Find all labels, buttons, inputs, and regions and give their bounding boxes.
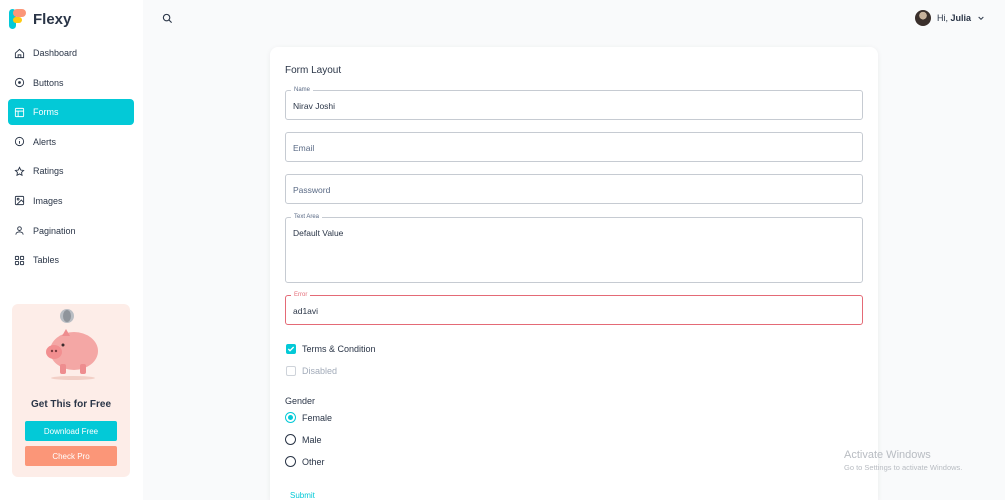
- textarea-field[interactable]: Text Area Default Value: [285, 213, 863, 283]
- promo-title: Get This for Free: [30, 399, 111, 410]
- sidebar-item-images[interactable]: Images: [8, 188, 134, 214]
- sidebar-item-tables[interactable]: Tables: [8, 247, 134, 273]
- sidebar-item-dashboard[interactable]: Dashboard: [8, 40, 134, 66]
- sidebar-item-pagination[interactable]: Pagination: [8, 218, 134, 244]
- name-value: Nirav Joshi: [293, 101, 336, 111]
- radio-selected[interactable]: [285, 412, 296, 423]
- password-placeholder: Password: [293, 185, 331, 195]
- textarea-value: Default Value: [293, 228, 344, 238]
- info-icon: [14, 136, 25, 147]
- radio-label: Male: [302, 434, 322, 445]
- radio-unselected[interactable]: [285, 434, 296, 445]
- checkbox-checked[interactable]: [286, 344, 296, 354]
- logo-icon: [9, 9, 27, 29]
- download-free-button[interactable]: Download Free: [25, 421, 117, 441]
- name-label: Name: [291, 86, 314, 94]
- watermark-line2: Go to Settings to activate Windows.: [844, 463, 963, 472]
- home-icon: [14, 48, 25, 59]
- search-icon: [162, 13, 172, 23]
- avatar: [914, 10, 931, 26]
- form-title: Form Layout: [285, 65, 342, 76]
- email-placeholder: Email: [293, 143, 315, 153]
- name-field[interactable]: Name Nirav Joshi: [285, 86, 863, 120]
- sidebar-item-label: Ratings: [33, 166, 64, 177]
- user-greeting: Hi, Julia: [937, 13, 971, 23]
- sidebar-item-alerts[interactable]: Alerts: [8, 129, 134, 155]
- user-icon: [14, 225, 25, 236]
- password-field[interactable]: Password: [285, 174, 863, 204]
- sidebar-item-label: Forms: [33, 107, 59, 118]
- form-card: Form Layout Name Nirav Joshi Email Passw…: [270, 47, 878, 500]
- terms-checkbox[interactable]: Terms & Condition: [286, 344, 376, 354]
- radio-unselected[interactable]: [285, 456, 296, 467]
- star-icon: [14, 166, 25, 177]
- terms-label: Terms & Condition: [302, 344, 376, 354]
- sidebar-item-forms[interactable]: Forms: [8, 99, 134, 126]
- sidebar-item-ratings[interactable]: Ratings: [8, 158, 134, 184]
- table-icon: [14, 107, 25, 118]
- disabled-label: Disabled: [302, 366, 338, 376]
- sidebar-item-label: Pagination: [33, 225, 76, 236]
- image-icon: [14, 195, 25, 206]
- gender-label: Gender: [285, 396, 316, 406]
- error-label: Error: [291, 291, 311, 299]
- radio-label: Other: [302, 456, 325, 467]
- sidebar-item-label: Tables: [33, 255, 60, 266]
- user-name: Julia: [950, 13, 971, 23]
- promo-card: Get This for Free Download Free Check Pr…: [12, 304, 130, 477]
- radio-label: Female: [302, 412, 333, 423]
- grid-icon: [14, 255, 25, 266]
- error-value: ad1avi: [293, 306, 319, 316]
- radio-other[interactable]: Other: [285, 456, 325, 467]
- email-field[interactable]: Email: [285, 132, 863, 162]
- user-menu[interactable]: Hi, Julia: [914, 10, 985, 26]
- checkbox-disabled: [286, 366, 296, 376]
- disabled-checkbox: Disabled: [286, 366, 337, 376]
- piggy-bank-illustration: [46, 309, 98, 380]
- sidebar-item-label: Alerts: [33, 136, 57, 147]
- sidebar-item-label: Buttons: [33, 77, 64, 88]
- check-pro-button[interactable]: Check Pro: [25, 446, 117, 466]
- greeting-text: Hi,: [936, 13, 948, 23]
- windows-watermark: Activate Windows Go to Settings to activ…: [844, 449, 962, 472]
- radio-female[interactable]: Female: [285, 412, 332, 423]
- sidebar-item-label: Dashboard: [33, 48, 78, 58]
- radio-male[interactable]: Male: [285, 434, 322, 445]
- sidebar-item-label: Images: [33, 195, 63, 206]
- textarea-label: Text Area: [291, 213, 323, 221]
- chevron-down-icon: [978, 16, 984, 21]
- search-button[interactable]: [160, 11, 174, 25]
- app-logo[interactable]: Flexy: [9, 9, 71, 29]
- sidebar-nav: Dashboard Buttons Forms Alerts Ratings I…: [8, 40, 134, 277]
- watermark-line1: Activate Windows: [844, 449, 931, 461]
- sidebar-item-buttons[interactable]: Buttons: [8, 70, 134, 96]
- submit-button[interactable]: Submit: [290, 491, 315, 500]
- app-name: Flexy: [33, 10, 72, 28]
- circle-icon: [14, 77, 25, 88]
- error-field[interactable]: Error ad1avi: [285, 291, 863, 325]
- sidebar: Flexy Dashboard Buttons Forms Alerts Rat…: [0, 0, 143, 500]
- check-icon: [287, 346, 295, 352]
